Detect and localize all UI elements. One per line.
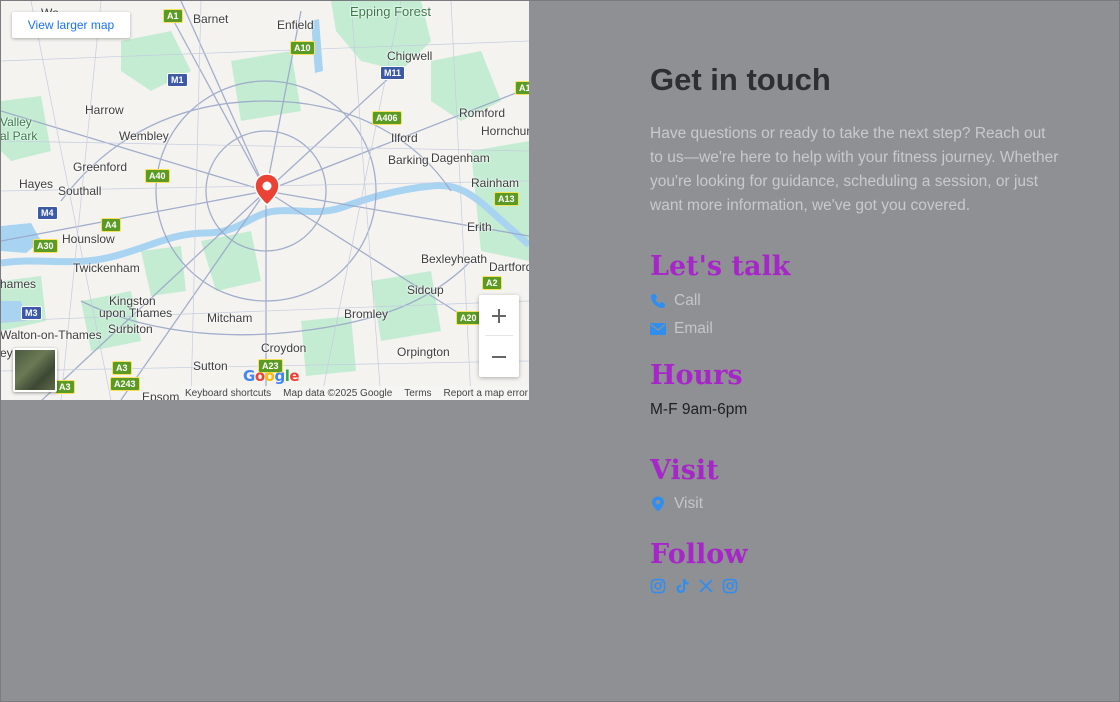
call-label: Call [674, 292, 701, 309]
map-label-ilford: Ilford [391, 131, 418, 145]
map-label-sidcup: Sidcup [407, 283, 444, 297]
instagram-link-2[interactable] [722, 578, 738, 594]
map-pin-icon[interactable] [254, 173, 280, 207]
map-label-chigwell: Chigwell [387, 49, 433, 63]
map-label-hayes: Hayes [19, 177, 54, 191]
social-links [650, 578, 1060, 594]
road-shield-m4: M4 [37, 206, 58, 220]
map-label-harrow: Harrow [85, 103, 124, 117]
map-label-mitcham: Mitcham [207, 311, 253, 325]
map-label-rainham: Rainham [471, 176, 520, 190]
map-label-sutton: Sutton [193, 359, 228, 373]
instagram-icon [722, 578, 738, 594]
road-shield-a4: A4 [101, 218, 121, 232]
road-shield-a13: A13 [494, 192, 519, 206]
visit-link[interactable]: Visit [650, 490, 1060, 518]
map-marker-icon [652, 496, 664, 512]
intro-text: Have questions or ready to take the next… [650, 125, 1059, 214]
map-label-dagenham: Dagenham [431, 151, 490, 165]
map-label-walton-on-thames: Walton-on-Thames [1, 328, 102, 342]
map-label-surbiton: Surbiton [108, 322, 153, 336]
keyboard-shortcuts-link[interactable]: Keyboard shortcuts [185, 388, 271, 399]
map-label-hornchurch: Hornchurch [481, 124, 529, 138]
map-label-orpington: Orpington [397, 345, 450, 359]
road-shield-a243: A243 [110, 377, 140, 391]
map-label-epping-forest: Epping Forest [350, 4, 431, 19]
road-shield-m11: M11 [380, 66, 406, 80]
page-title: Get in touch [650, 62, 831, 97]
map-label-bromley: Bromley [344, 307, 389, 321]
map-label-enfield: Enfield [277, 18, 314, 32]
lets-talk-heading: Let's talk [650, 251, 791, 282]
zoom-divider [485, 335, 513, 336]
map-label-southall: Southall [58, 184, 102, 198]
hours-value: M-F 9am-6pm [650, 401, 748, 418]
map-label-barking: Barking [388, 153, 429, 167]
map-label-upon-thames: upon Thames [99, 306, 173, 320]
map-label-barnet: Barnet [193, 12, 229, 26]
road-shield-m3: M3 [21, 306, 42, 320]
road-shield-a10: A10 [290, 41, 315, 55]
map-label-wembley: Wembley [119, 129, 169, 143]
map-label-twickenham: Twickenham [73, 261, 140, 275]
map-label-epsom: Epsom [142, 390, 180, 400]
tiktok-link[interactable] [674, 578, 690, 594]
map-label-croydon: Croydon [261, 341, 307, 355]
x-link[interactable] [698, 578, 714, 594]
tiktok-icon [676, 579, 689, 593]
map-label-hounslow: Hounslow [62, 232, 115, 246]
minus-icon [492, 355, 506, 358]
instagram-icon [650, 578, 666, 594]
instagram-link[interactable] [650, 578, 666, 594]
map-label-dartford: Dartford [489, 260, 529, 274]
map-label-ey: ey [1, 346, 13, 360]
map-label-romford: Romford [459, 106, 506, 120]
contact-section: Get in touch Have questions or ready to … [650, 60, 1060, 594]
visit-heading: Visit [650, 455, 719, 486]
google-logo: Google [243, 367, 300, 385]
road-shield-a40: A40 [145, 169, 170, 183]
road-shield-a3: A3 [112, 361, 132, 375]
phone-icon [651, 294, 665, 308]
map-label-greenford: Greenford [73, 160, 128, 174]
zoom-out-button[interactable] [479, 336, 519, 377]
road-shield-a1: A1 [163, 9, 183, 23]
embedded-map[interactable]: Wo Barnet Enfield Epping Forest Chigwell… [1, 1, 529, 400]
terms-link[interactable]: Terms [404, 388, 431, 399]
map-label-erith: Erith [467, 220, 492, 234]
email-link[interactable]: Email [650, 315, 1060, 343]
report-map-error-link[interactable]: Report a map error [444, 388, 528, 399]
zoom-controls [479, 295, 519, 377]
email-label: Email [674, 320, 713, 337]
map-label-valley: Valley [1, 115, 32, 129]
view-larger-map-link[interactable]: View larger map [12, 12, 130, 38]
road-shield-a2: A2 [482, 276, 502, 290]
map-label-bexleyheath: Bexleyheath [421, 252, 488, 266]
hours-heading: Hours [650, 360, 743, 391]
map-attribution-bar: Keyboard shortcuts Map data ©2025 Google… [181, 386, 529, 400]
visit-label: Visit [674, 495, 704, 512]
satellite-toggle-button[interactable] [13, 348, 57, 392]
plus-icon [492, 308, 506, 323]
road-shield-m1: M1 [167, 73, 188, 87]
map-label-al-park: al Park [1, 129, 38, 143]
follow-heading: Follow [650, 539, 748, 570]
road-shield-a406: A406 [372, 111, 402, 125]
x-icon [699, 579, 713, 593]
road-shield-a3-south: A3 [55, 380, 75, 394]
envelope-icon [650, 323, 666, 335]
road-shield-a20: A20 [456, 311, 481, 325]
road-shield-a12: A1 [515, 81, 529, 95]
zoom-in-button[interactable] [479, 295, 519, 336]
road-shield-a30: A30 [33, 239, 58, 253]
call-link[interactable]: Call [650, 287, 1060, 315]
map-data-text: Map data ©2025 Google [283, 387, 393, 399]
map-label-hames: hames [1, 277, 37, 291]
